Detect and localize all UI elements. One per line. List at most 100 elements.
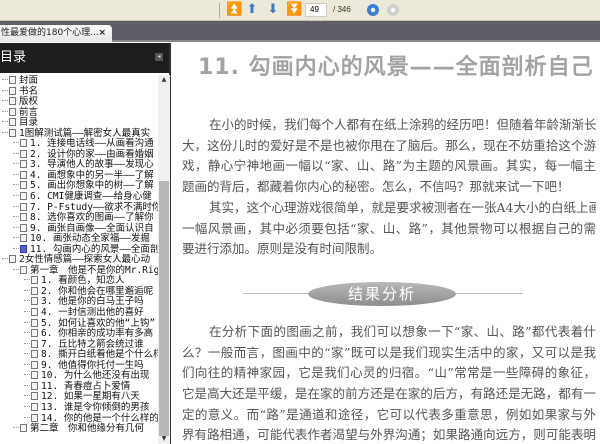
bookmark-label: 1. 看颜色，知恋人 (41, 275, 125, 287)
sidebar-scrollbar[interactable]: ▲ ▼ (158, 75, 170, 444)
bookmark-icon (20, 170, 27, 179)
text-line: 其实，这个心理游戏很简单，就是要求被测者在一张A4大小的白纸上画 (209, 200, 596, 215)
bookmark-label: 3. 他是你的白马王子吗 (41, 296, 144, 308)
toolbar-separator (219, 3, 220, 18)
bookmark-icon (20, 244, 27, 253)
tree-connector (13, 216, 19, 218)
bookmark-icon (20, 192, 27, 201)
bookmark-icon (20, 139, 27, 148)
first-page-button[interactable]: ⏫ (226, 3, 242, 17)
tree-connector (13, 226, 19, 228)
bookmark-icon (9, 76, 16, 84)
paragraph-1: 在小的时候，我们每个人都有在纸上涂鸦的经历吧！但随着年龄渐渐长大，这份儿时的爱好… (182, 115, 596, 198)
bookmark-icon (20, 202, 27, 211)
tree-connector (2, 110, 8, 112)
bookmark-icon (31, 381, 38, 390)
tree-connector (24, 342, 30, 344)
collapse-sidebar-icon[interactable]: ◂ (155, 53, 163, 61)
bookmark-icon (9, 128, 16, 137)
close-tab-icon[interactable]: × (98, 25, 106, 42)
toolbar: ⏫ ⬆ ⬇ ⏬ 49 / 346 (0, 0, 600, 21)
scroll-down-icon[interactable]: ▼ (158, 434, 170, 444)
bookmark-label: 5. 画出你想象中的树——了解 (30, 180, 154, 192)
next-page-button[interactable]: ⬇ (266, 3, 280, 17)
bookmark-icon (20, 213, 27, 222)
bookmark-label: 5. 如何让喜欢的他“上钩” (41, 317, 156, 329)
scrollbar-thumb[interactable] (159, 181, 169, 436)
bookmark-item[interactable]: 第二章 你和他缘分有几何 (0, 423, 158, 435)
tree-connector (24, 289, 30, 291)
go-forward-button[interactable] (387, 4, 399, 16)
tree-connector (13, 195, 19, 197)
tree-connector (13, 205, 19, 207)
bookmark-icon (9, 97, 16, 106)
text-line: 题画的背后，都藏着你内心的秘密。怎么，不信吗？那就来试一下吧！ (182, 179, 570, 195)
text-line: 一幅风景画，其中必须要包括“家、山、路”，其他景物可以根据自己的需 (182, 220, 596, 236)
tree-connector (2, 131, 8, 133)
chapter-title: 11. 勾画内心的风景——全面剖析自己 (198, 55, 594, 80)
paragraph-2: 其实，这个心理游戏很简单，就是要求被测者在一张A4大小的白纸上画一幅风景画，其中… (182, 198, 596, 260)
bookmark-icon (31, 329, 38, 338)
tree-connector (13, 268, 19, 270)
previous-page-button[interactable]: ⬆ (245, 3, 259, 17)
text-line: 在分析下面的图画之前，我们可以想象一下“家、山、路”都代表着什 (209, 324, 596, 339)
tree-connector (2, 121, 8, 123)
tree-connector (24, 363, 30, 365)
bookmark-icon (20, 160, 27, 169)
text-line: 大，这份儿时的爱好是不是也被你甩在了脑后。那么，现在不妨重拾这个游 (182, 137, 596, 153)
bookmark-label: 14. 你的他是一个什么样的 (41, 412, 158, 424)
bookmarks-sidebar: 目录 ◂ 封面 书名 版权 前言 目录 1图解测试篇——解密女人最真实 1. 连接电话线——… (0, 43, 171, 444)
text-line: 么？一般而言，图画中的“家”既可以是我们现实生活中的家，又可以是我 (182, 344, 596, 360)
bookmark-label: 前言 (19, 106, 39, 118)
text-line: 界有路相通，可能代表作者渴望与外界沟通；如果路通向远方，则可能表明 (182, 427, 596, 443)
bookmark-icon (31, 402, 38, 411)
bookmark-label: 12. 如果一星期有八天 (41, 391, 140, 403)
tree-connector (24, 374, 30, 376)
bookmark-icon (9, 118, 16, 127)
go-back-button[interactable] (367, 4, 379, 16)
document-tab-title: 性最爱做的180个心理... (1, 28, 99, 38)
bookmark-label: 书名 (19, 85, 39, 97)
tree-connector (13, 427, 19, 429)
tree-connector (24, 279, 30, 281)
bookmark-label: 第二章 你和他缘分有几何 (30, 423, 145, 435)
bookmark-label: 4. 一封信测出他的喜好 (41, 307, 144, 319)
tree-connector (24, 353, 30, 355)
tree-connector (2, 79, 8, 80)
tab-bar: 性最爱做的180个心理... × (0, 21, 600, 42)
tree-connector (24, 384, 30, 386)
bookmark-label: 1. 连接电话线——从画看沟通 (30, 138, 154, 150)
bookmark-label: 版权 (19, 96, 39, 108)
bookmark-label: 10. 为什么他还没有出现 (41, 370, 150, 382)
bookmark-icon (31, 413, 38, 422)
bookmark-label: 8. 选你喜欢的图画——了解你 (30, 212, 154, 224)
tree-connector (24, 300, 30, 302)
sidebar-header: 目录 (0, 43, 169, 73)
document-tab[interactable]: 性最爱做的180个心理... × (0, 25, 112, 42)
text-line: 在小的时候，我们每个人都有在纸上涂鸦的经历吧！但随着年龄渐渐长 (209, 117, 596, 132)
bookmark-icon (20, 424, 27, 433)
tree-connector (2, 100, 8, 102)
bookmark-icon (31, 371, 38, 380)
tree-connector (13, 237, 19, 239)
bookmark-icon (20, 181, 27, 190)
bookmark-label: 7. P-Fstudy——欲求不满时你 (30, 201, 158, 213)
sidebar-title: 目录 (0, 50, 27, 65)
bookmark-tree: 封面 书名 版权 前言 目录 1图解测试篇——解密女人最真实 1. 连接电话线——从画看沟通… (0, 75, 158, 444)
bookmark-label: 目录 (19, 117, 39, 129)
last-page-button[interactable]: ⏬ (286, 3, 302, 17)
bookmark-icon (9, 86, 16, 95)
text-line: 定的意义。而“路”是通道和途径，它可以代表多重意思，例如如果家与外 (182, 406, 596, 422)
scroll-up-icon[interactable]: ▲ (158, 75, 170, 85)
bookmark-label: 8. 撕开白纸看他是个什么样 (41, 349, 158, 361)
text-line: 要进行添加。原则是没有时间限制。 (182, 241, 383, 257)
bookmark-icon (31, 276, 38, 285)
tree-connector (2, 89, 8, 91)
tree-connector (24, 395, 30, 397)
bookmark-icon (9, 107, 16, 116)
bookmark-icon (31, 339, 38, 348)
tree-connector (13, 247, 19, 249)
bookmark-icon (20, 223, 27, 232)
page-number-input[interactable]: 49 (305, 3, 327, 17)
bookmark-icon (31, 350, 38, 359)
